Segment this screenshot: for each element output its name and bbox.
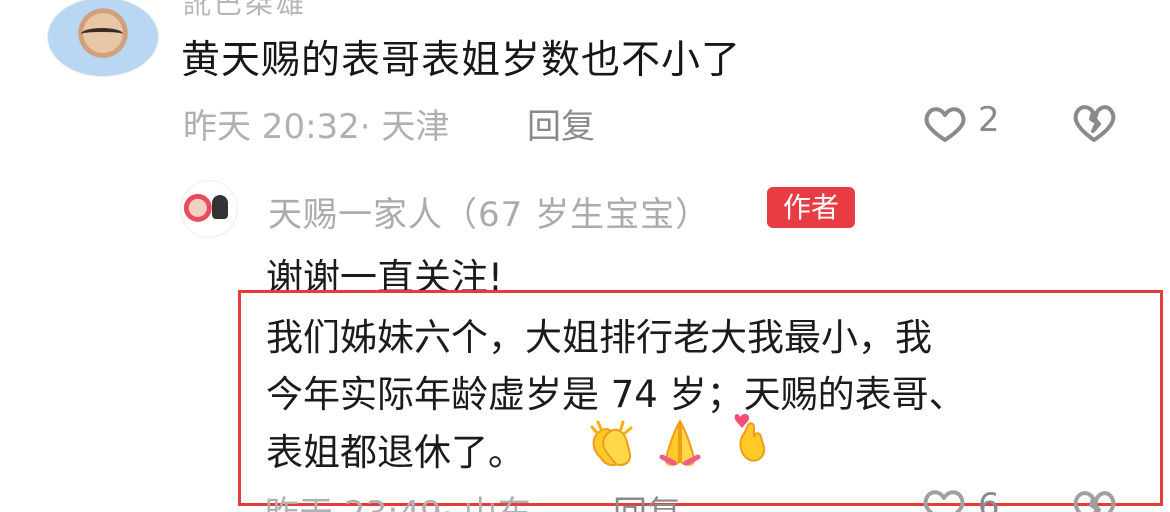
reply-button[interactable]: 回复 [527,99,595,148]
reply-reply-button[interactable]: 回复 [613,486,681,512]
reply-author-name[interactable]: 天赐一家人（67 岁生宝宝） [268,187,710,236]
clapping-hands-icon [590,420,633,467]
comment-timestamp-location: 昨天 20:32· 天津 [183,107,450,147]
reply-like-count: 6 [978,486,1000,512]
reply-heart-outline-icon[interactable] [920,487,968,512]
comment-text: 黄天赐的表哥表姐岁数也不小了 [181,38,742,83]
reply-timestamp-location: 昨天 23:49· 山东 [265,486,531,512]
avatar-face-detail [81,28,123,40]
hand-heart-icon [734,414,766,462]
folded-hands-icon [659,419,701,466]
comment-username[interactable]: 訛巴桀雄 [183,0,307,22]
heart-outline-icon[interactable] [921,104,969,144]
comment-thread: 訛巴桀雄 黄天赐的表哥表姐岁数也不小了 昨天 20:32· 天津 回复 2 天赐… [0,0,1170,512]
reply-text-line-3: 今年实际年龄虚岁是 74 岁；天赐的表哥、 [266,373,966,416]
reply-text-line-2: 我们姊妹六个，大姐排行老大我最小，我 [266,316,932,359]
reply-author-avatar[interactable] [180,180,238,238]
user-avatar[interactable] [47,0,159,77]
author-badge: 作者 [767,187,855,228]
avatar-person-detail [212,195,228,219]
reply-text-line-4: 表姐都退休了。 [266,431,525,474]
like-count: 2 [978,100,1000,140]
broken-heart-outline-icon[interactable] [1070,101,1118,145]
reply-broken-heart-outline-icon[interactable] [1070,487,1118,512]
